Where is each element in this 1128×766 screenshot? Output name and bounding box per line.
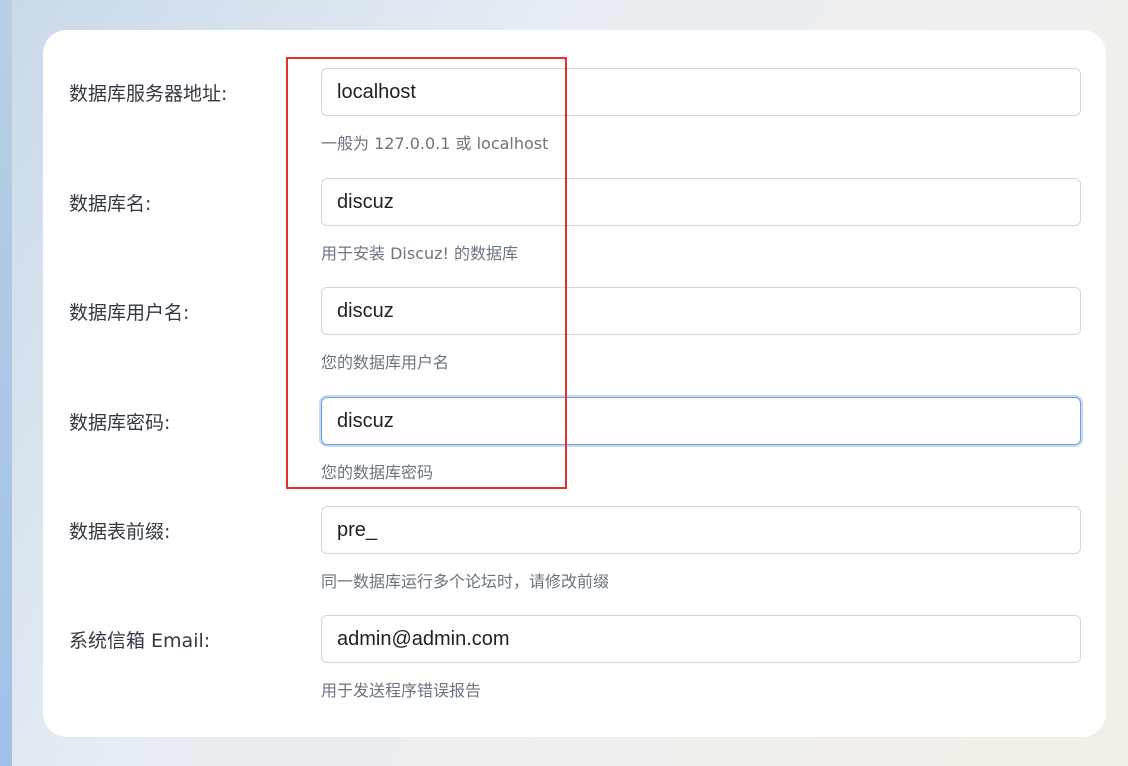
db-host-input[interactable] [321,68,1081,116]
db-host-label: 数据库服务器地址: [69,83,228,105]
left-edge-strip [0,0,12,766]
db-name-label: 数据库名: [69,193,152,215]
table-prefix-label: 数据表前缀: [69,521,171,543]
row-db-name: 数据库名: 用于安装 Discuz! 的数据库 [43,140,1106,263]
admin-email-hint: 用于发送程序错误报告 [321,681,482,700]
db-config-form: 数据库服务器地址: 一般为 127.0.0.1 或 localhost 数据库名… [43,30,1106,737]
db-user-input[interactable] [321,287,1081,335]
db-user-label: 数据库用户名: [69,302,190,324]
row-db-password: 数据库密码: 您的数据库密码 [43,359,1106,482]
db-password-input[interactable] [321,397,1081,445]
admin-email-label: 系统信箱 Email: [69,630,211,652]
db-password-label: 数据库密码: [69,412,171,434]
row-admin-email: 系统信箱 Email: 用于发送程序错误报告 [43,577,1106,700]
db-name-input[interactable] [321,178,1081,226]
admin-email-input[interactable] [321,615,1081,663]
row-table-prefix: 数据表前缀: 同一数据库运行多个论坛时，请修改前缀 [43,468,1106,591]
table-prefix-input[interactable] [321,506,1081,554]
row-db-user: 数据库用户名: 您的数据库用户名 [43,249,1106,372]
row-db-host: 数据库服务器地址: 一般为 127.0.0.1 或 localhost [43,30,1106,153]
